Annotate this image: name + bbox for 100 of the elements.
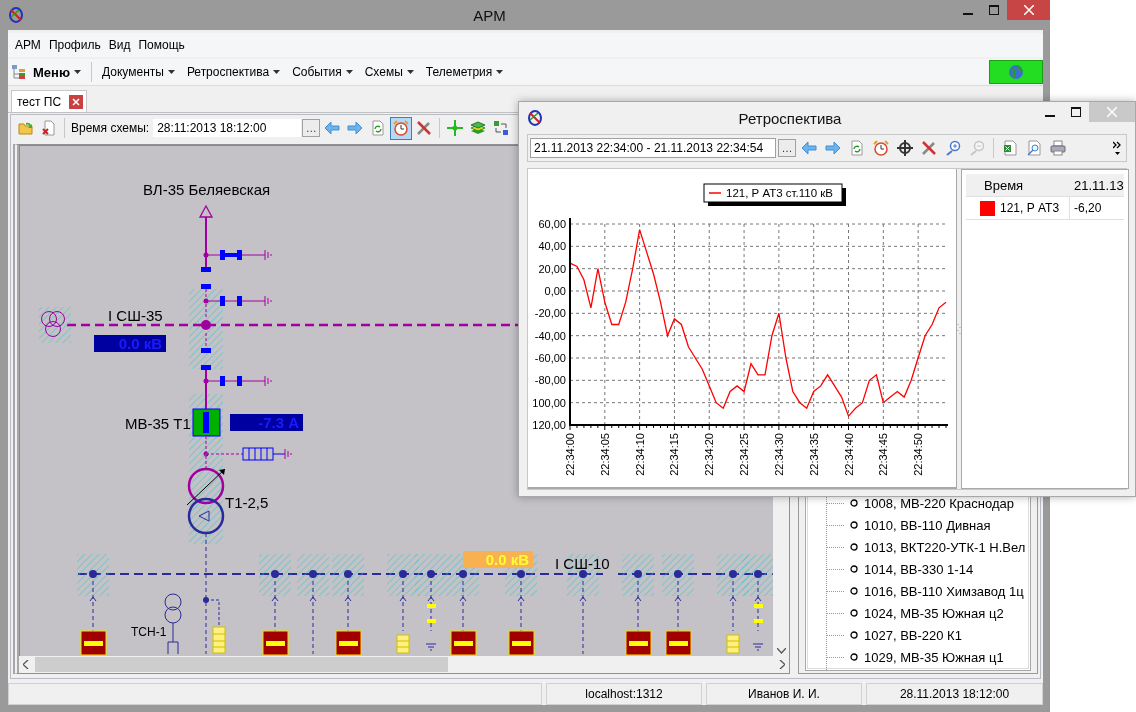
close-button[interactable] (1007, 0, 1050, 20)
browse-button[interactable]: … (778, 139, 796, 157)
axis-label: 120,00 (532, 419, 566, 431)
busbar-name: I СШ-10 (555, 555, 610, 572)
status-field: localhost:1312 (546, 683, 702, 705)
tab-label: тест ПС (17, 94, 62, 109)
tree-item[interactable]: 1029, МВ-35 Южная ц1 (864, 649, 1004, 665)
window-title: Ретроспектива (738, 109, 842, 127)
browse-button[interactable]: … (302, 119, 321, 137)
tools-icon (416, 120, 433, 136)
circle-icon (850, 631, 858, 639)
axis-label: 22:34:25 (738, 433, 751, 476)
axis-label: 40,00 (538, 240, 566, 253)
circle-icon (850, 543, 858, 551)
tree-item[interactable]: 1024, МВ-35 Южная ц2 (864, 605, 1004, 621)
toolbar-menu[interactable]: События (287, 63, 358, 81)
connection-button[interactable] (989, 60, 1043, 84)
status-field: Иванов И. И. (706, 683, 862, 705)
value-display: 0.0 кВ (463, 551, 533, 568)
period-field[interactable]: 21.11.2013 22:34:00 - 21.11.2013 22:34:54 (530, 138, 776, 158)
breaker-name: МВ-35 Т1 (125, 415, 191, 432)
caret-icon (273, 70, 281, 74)
tree-item[interactable]: 1014, ВВ-330 1-14 (864, 561, 974, 577)
tree-item[interactable]: 1016, ВВ-110 Химзавод 1ц (864, 583, 1024, 599)
toolbar-menu[interactable]: Документы (97, 63, 180, 81)
globe-icon (1008, 64, 1024, 80)
busbar-name: I СШ-35 (108, 307, 163, 324)
chevron-left-icon[interactable] (23, 660, 29, 669)
app-icon (527, 110, 543, 126)
time-field[interactable]: 28:11:2013 18:12:00 (153, 119, 302, 137)
axis-label: 22:34:35 (807, 433, 820, 476)
auxiliary-transformer-drawing (164, 593, 182, 655)
crosshair-icon (897, 140, 913, 156)
window-title: АРМ (473, 6, 506, 24)
circle-icon (850, 499, 858, 507)
voltage-transformer-drawing (39, 307, 71, 343)
menu-item[interactable]: Помощь (135, 36, 188, 54)
caret-icon (74, 70, 81, 74)
refresh-icon (370, 120, 387, 136)
spreadsheet-icon (1002, 140, 1018, 156)
axis-label: 60,00 (538, 218, 566, 230)
axis-label: 22:34:00 (564, 433, 576, 476)
printer-icon (1050, 140, 1066, 156)
axis-label: -20,00 (534, 307, 566, 320)
close-icon[interactable] (69, 94, 84, 109)
tree-item[interactable]: 1013, ВКТ220-УТК-1 Н.Вел (864, 539, 1026, 555)
circle-icon (850, 609, 858, 617)
transformer-name: ТСН-1 (131, 625, 167, 639)
chevron-down-icon[interactable] (776, 648, 786, 654)
axis-label: 100,00 (532, 396, 566, 409)
transformer-name: Т1-2,5 (225, 494, 269, 511)
minimize-icon (1045, 114, 1055, 117)
axis-label: 22:34:40 (842, 433, 855, 476)
circle-icon (850, 521, 858, 529)
crosshair-icon (447, 120, 464, 136)
chevron-double-right-icon (1112, 141, 1122, 155)
axis-label: 22:34:10 (633, 433, 646, 476)
table-header: 21.11.13 (1070, 174, 1124, 197)
zoom-in-icon (945, 140, 961, 156)
menu-item[interactable]: Профиль (45, 36, 104, 54)
folder-icon (18, 120, 34, 136)
circle-icon (850, 653, 858, 661)
clock-button[interactable] (390, 116, 413, 140)
axis-label: 22:34:45 (877, 433, 890, 476)
axis-label: -80,00 (534, 374, 566, 387)
splitter-grip-icon[interactable] (957, 323, 961, 335)
line-name: ВЛ-35 Беляевская (143, 181, 271, 198)
table-cell: 121, Р АТ3 (1000, 201, 1060, 215)
circle-icon (850, 565, 858, 573)
menu-item[interactable]: АРМ (12, 36, 44, 54)
diagram-icon (493, 120, 510, 136)
menu-button[interactable]: Меню (28, 62, 86, 82)
close-icon (1023, 5, 1034, 15)
tree-item[interactable]: 1027, ВВ-220 К1 (864, 627, 962, 643)
arrow-left-icon (324, 120, 341, 136)
document-search-icon (1026, 140, 1042, 156)
chevron-right-icon[interactable] (779, 660, 785, 669)
refresh-icon (849, 140, 865, 156)
axis-label: -40,00 (534, 329, 566, 342)
layers-icon (470, 120, 487, 136)
zoom-out-icon (969, 140, 985, 156)
arrow-left-icon (801, 140, 817, 156)
toolbar-menu[interactable]: Ретроспектива (181, 63, 286, 81)
axis-label: 22:34:30 (772, 433, 785, 476)
alarm-clock-icon (393, 120, 410, 136)
tree-icon (12, 65, 26, 79)
document-tab[interactable]: тест ПС (11, 90, 88, 112)
table-header: Время (966, 174, 1070, 197)
menu-item[interactable]: Вид (105, 36, 134, 54)
tree-item[interactable]: 1010, ВВ-110 Дивная (864, 517, 991, 533)
scrollbar-thumb[interactable] (35, 657, 449, 672)
time-label: Время схемы: (71, 121, 150, 135)
legend-label: 121, Р АТ3 ст.110 кВ (726, 187, 833, 199)
toolbar-menu[interactable]: Схемы (359, 63, 419, 81)
tree-item[interactable]: 1008, МВ-220 Краснодар (864, 495, 1014, 511)
maximize-icon (1071, 107, 1081, 117)
caret-icon (496, 70, 504, 74)
arrow-right-icon (347, 120, 364, 136)
toolbar-menu[interactable]: Телеметрия (420, 63, 509, 81)
axis-label: 20,00 (538, 262, 566, 275)
